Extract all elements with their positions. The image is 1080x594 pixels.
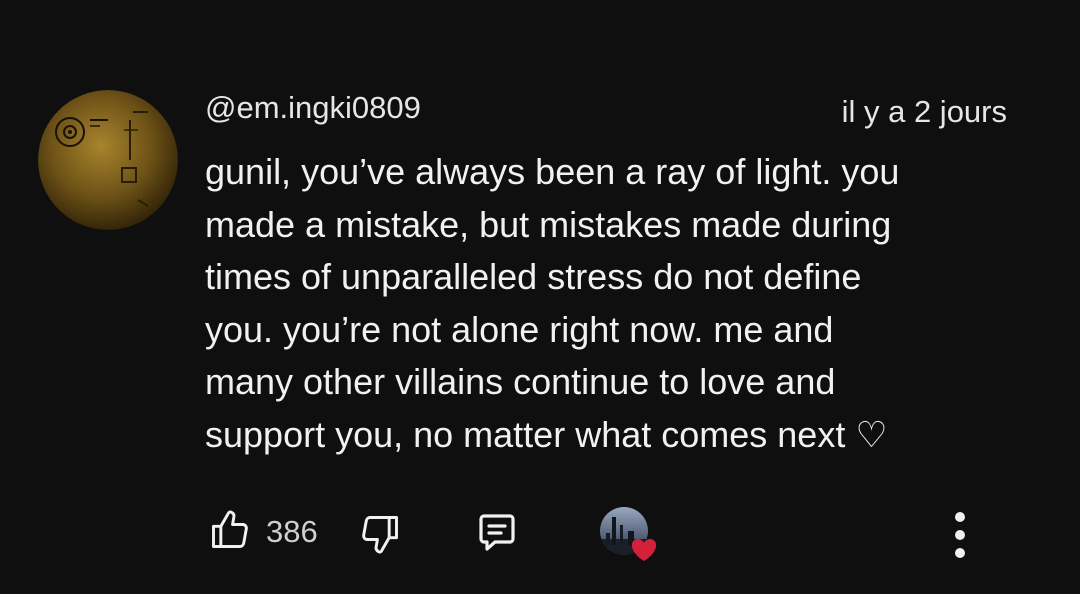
avatar[interactable] [38, 90, 178, 230]
comment-timestamp[interactable]: il y a 2 jours [842, 92, 1007, 132]
comment-text-line: support you, no matter what comes next ♡ [205, 413, 888, 455]
like-count: 386 [266, 514, 318, 549]
comment-text-line: made a mistake, but mistakes made during [205, 203, 892, 245]
comment-text-line: many other villains continue to love and [205, 361, 836, 402]
reply-button[interactable] [470, 508, 524, 556]
like-button[interactable] [206, 506, 254, 554]
more-vertical-icon [955, 512, 965, 558]
comment-text-line: you. you’re not alone right now. me and [205, 308, 834, 350]
creator-heart[interactable] [598, 505, 662, 565]
dislike-button[interactable] [356, 510, 404, 558]
comment-text: gunil, you’ve always been a ray of light… [205, 146, 1025, 461]
reply-comment-icon [479, 514, 515, 551]
thumbs-up-icon [212, 510, 248, 548]
comment-action-bar: 386 [0, 500, 1080, 570]
more-options-button[interactable] [940, 508, 980, 562]
comment-author[interactable]: @em.ingki0809 [205, 88, 421, 128]
comment-thread: @em.ingki0809 il y a 2 jours gunil, you’… [0, 0, 1080, 594]
thumbs-down-icon [362, 516, 398, 554]
creator-heart-icon [600, 507, 657, 561]
comment-text-line: gunil, you’ve always been a ray of light… [205, 151, 900, 192]
comment-text-line: times of unparalleled stress do not defi… [205, 256, 862, 297]
